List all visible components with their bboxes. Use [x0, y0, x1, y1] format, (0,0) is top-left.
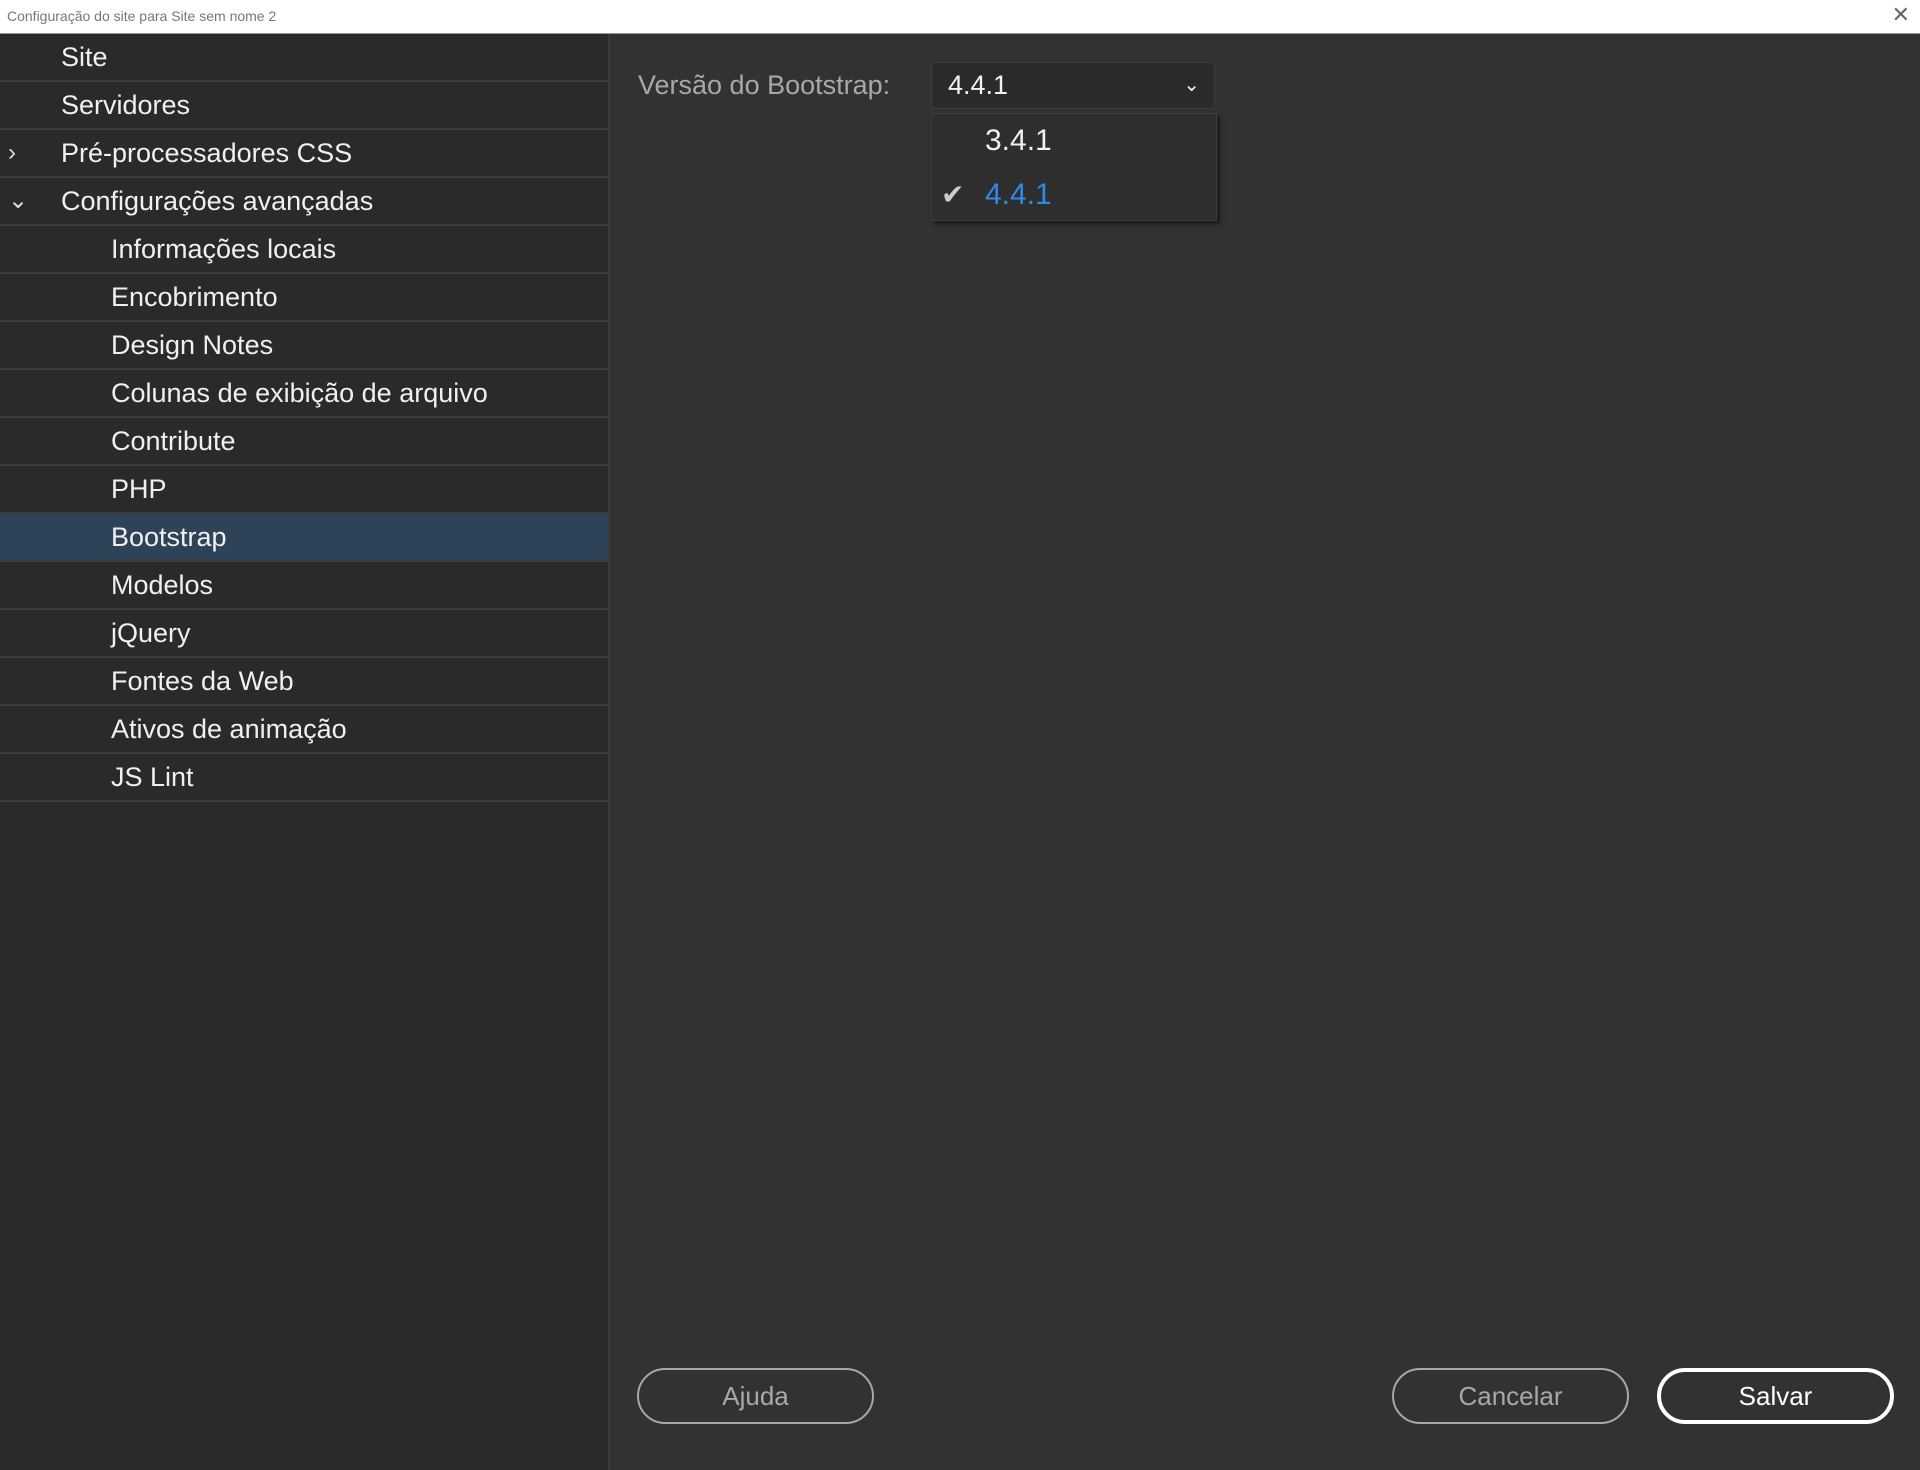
- sidebar-item[interactable]: Servidores: [0, 82, 608, 130]
- sidebar-item[interactable]: jQuery: [0, 610, 608, 658]
- version-dropdown: 3.4.1 ✔ 4.4.1: [931, 113, 1217, 221]
- sidebar-item[interactable]: › Pré-processadores CSS: [0, 130, 608, 178]
- sidebar-item-label: Servidores: [61, 90, 191, 120]
- sidebar-item-label: Configurações avançadas: [61, 186, 374, 216]
- close-icon[interactable]: ✕: [1892, 2, 1910, 28]
- sidebar-item[interactable]: Modelos: [0, 562, 608, 610]
- sidebar-item[interactable]: Contribute: [0, 418, 608, 466]
- sidebar-item-label: PHP: [111, 474, 167, 504]
- sidebar-item-label: Pré-processadores CSS: [61, 138, 353, 168]
- sidebar-item-label: Colunas de exibição de arquivo: [111, 378, 488, 408]
- sidebar-item[interactable]: Encobrimento: [0, 274, 608, 322]
- sidebar-item-label: Site: [61, 42, 108, 72]
- sidebar-item-label: Informações locais: [111, 234, 337, 264]
- save-button[interactable]: Salvar: [1657, 1368, 1894, 1424]
- window-title: Configuração do site para Site sem nome …: [7, 8, 277, 24]
- sidebar-item-label: Modelos: [111, 570, 214, 600]
- chevron-down-icon[interactable]: ⌄: [8, 178, 28, 224]
- option-label: 3.4.1: [985, 124, 1052, 157]
- option-label: 4.4.1: [985, 178, 1052, 211]
- sidebar-item-label: Ativos de animação: [111, 714, 347, 744]
- sidebar-item-label: JS Lint: [111, 762, 194, 792]
- sidebar-item[interactable]: JS Lint: [0, 754, 608, 802]
- sidebar-item-label: Bootstrap: [111, 522, 227, 552]
- sidebar-item-label: Fontes da Web: [111, 666, 294, 696]
- chevron-right-icon[interactable]: ›: [8, 130, 16, 176]
- bootstrap-version-select[interactable]: 4.4.1 ⌄: [931, 62, 1215, 109]
- help-button[interactable]: Ajuda: [637, 1368, 874, 1424]
- sidebar-item[interactable]: PHP: [0, 466, 608, 514]
- cancel-button[interactable]: Cancelar: [1392, 1368, 1629, 1424]
- title-bar: Configuração do site para Site sem nome …: [0, 0, 1920, 34]
- sidebar-item[interactable]: Site: [0, 34, 608, 82]
- select-value: 4.4.1: [948, 70, 1009, 100]
- chevron-down-icon: ⌄: [1183, 74, 1200, 96]
- sidebar-item[interactable]: Fontes da Web: [0, 658, 608, 706]
- sidebar-item-label: Design Notes: [111, 330, 274, 360]
- sidebar-item[interactable]: Informações locais: [0, 226, 608, 274]
- option-3-4-1[interactable]: 3.4.1: [932, 114, 1216, 168]
- sidebar-item[interactable]: ⌄ Configurações avançadas: [0, 178, 608, 226]
- option-4-4-1[interactable]: ✔ 4.4.1: [932, 168, 1216, 222]
- checkmark-icon: ✔: [941, 179, 965, 210]
- sidebar-item-label: Encobrimento: [111, 282, 278, 312]
- sidebar-item[interactable]: Ativos de animação: [0, 706, 608, 754]
- main-panel: Versão do Bootstrap: 4.4.1 ⌄ 3.4.1 ✔ 4.4…: [612, 34, 1920, 1470]
- bootstrap-version-label: Versão do Bootstrap:: [638, 70, 891, 100]
- sidebar-item[interactable]: Colunas de exibição de arquivo: [0, 370, 608, 418]
- sidebar-item[interactable]: Bootstrap: [0, 514, 608, 562]
- sidebar-item-label: Contribute: [111, 426, 236, 456]
- sidebar: Site Servidores › Pré-processadores CSS ⌄ Con…: [0, 34, 610, 1470]
- sidebar-item-label: jQuery: [111, 618, 191, 648]
- sidebar-item[interactable]: Design Notes: [0, 322, 608, 370]
